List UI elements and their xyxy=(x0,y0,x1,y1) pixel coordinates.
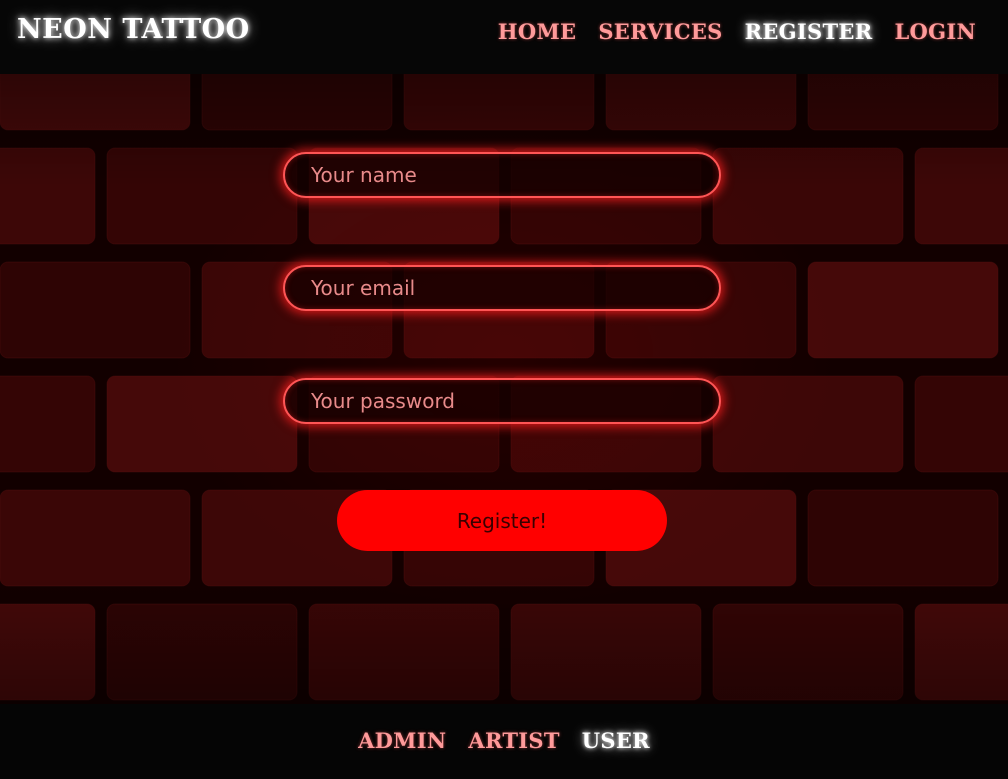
brick xyxy=(0,261,191,359)
brick xyxy=(510,603,702,701)
brand-logo[interactable]: NEON TATTOO xyxy=(17,14,250,45)
register-button[interactable]: Register! xyxy=(337,490,667,551)
brick xyxy=(0,603,96,701)
brick xyxy=(914,603,1008,701)
brick xyxy=(403,74,595,131)
brick xyxy=(308,603,500,701)
brick xyxy=(712,147,904,245)
brick xyxy=(605,74,797,131)
password-input[interactable] xyxy=(283,378,721,424)
brick xyxy=(807,261,999,359)
brick xyxy=(712,375,904,473)
email-input[interactable] xyxy=(283,265,721,311)
brick xyxy=(807,489,999,587)
footer-artist-link[interactable]: ARTIST xyxy=(468,728,559,753)
brick xyxy=(807,74,999,131)
brick xyxy=(106,147,298,245)
brick xyxy=(201,74,393,131)
brick xyxy=(106,603,298,701)
nav-register-link[interactable]: REGISTER xyxy=(745,19,873,44)
brick xyxy=(712,603,904,701)
brick xyxy=(0,489,191,587)
site-footer: ADMIN ARTIST USER xyxy=(0,704,1008,779)
nav-services-link[interactable]: SERVICES xyxy=(598,19,722,44)
brick xyxy=(0,147,96,245)
site-header: NEON TATTOO HOME SERVICES REGISTER LOGIN xyxy=(0,0,1008,74)
footer-nav: ADMIN ARTIST USER xyxy=(0,728,1008,753)
name-input[interactable] xyxy=(283,152,721,198)
nav-home-link[interactable]: HOME xyxy=(498,19,577,44)
brick xyxy=(914,375,1008,473)
brick xyxy=(0,74,191,131)
brick xyxy=(106,375,298,473)
main-nav: HOME SERVICES REGISTER LOGIN xyxy=(498,19,976,44)
footer-admin-link[interactable]: ADMIN xyxy=(358,728,446,753)
brick xyxy=(914,147,1008,245)
brick xyxy=(0,375,96,473)
footer-user-link[interactable]: USER xyxy=(582,728,650,753)
nav-login-link[interactable]: LOGIN xyxy=(894,19,976,44)
